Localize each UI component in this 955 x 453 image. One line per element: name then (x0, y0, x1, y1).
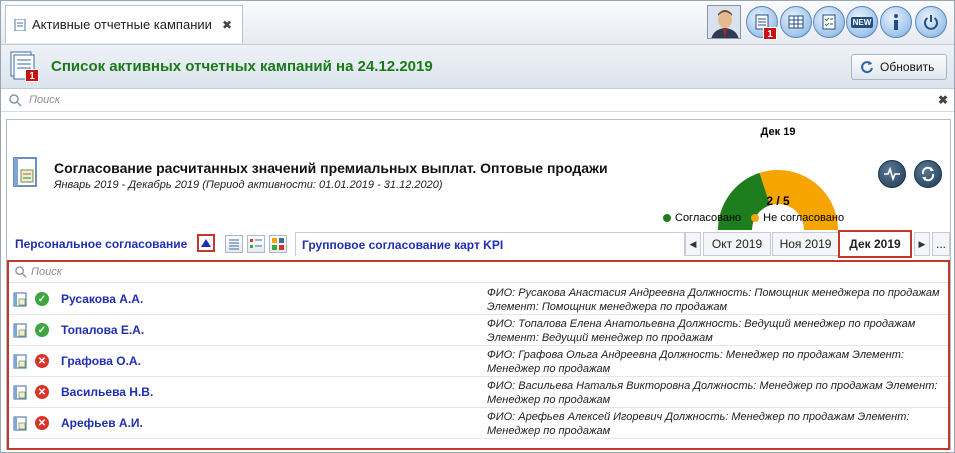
employee-details: ФИО: Русакова Анастасия Андреевна Должно… (487, 287, 940, 313)
checklist-button[interactable] (813, 6, 845, 38)
notification-badge: 1 (763, 27, 777, 40)
clear-search-icon[interactable]: ✖ (938, 93, 948, 107)
tab-strip: Активные отчетные кампании ✖ 1 NEW (1, 1, 954, 45)
employee-name-link[interactable]: Арефьев А.И. (61, 416, 143, 430)
view-detail-button[interactable] (247, 235, 265, 253)
legend-dot-not-approved (751, 214, 760, 222)
employee-details: ФИО: Арефьев Алексей Игоревич Должность:… (487, 411, 910, 437)
view-list-button[interactable] (225, 235, 243, 253)
sync-button[interactable] (914, 160, 942, 188)
campaign-icon (11, 156, 41, 190)
power-icon (924, 15, 938, 30)
tab-personal-approval[interactable]: Персональное согласование (15, 237, 187, 251)
activity-button[interactable] (878, 160, 906, 188)
next-month-button[interactable]: ▶ (914, 232, 930, 256)
checklist-icon (822, 14, 836, 30)
search-icon (15, 266, 27, 278)
document-icon (14, 18, 26, 31)
user-photo-icon (708, 6, 740, 38)
employee-details: ФИО: Топалова Елена Анатольевна Должност… (487, 318, 916, 344)
list-search-bar[interactable]: Поиск (9, 262, 948, 283)
notification-badge: 1 (25, 69, 39, 82)
triangle-up-icon (201, 239, 211, 247)
tab-month-oct[interactable]: Окт 2019 (703, 232, 771, 256)
page-header: 1 Список активных отчетных кампаний на 2… (1, 45, 954, 89)
app-window: Активные отчетные кампании ✖ 1 NEW 1 Спи… (0, 0, 955, 453)
campaign-list-icon: 1 (9, 51, 39, 83)
employee-name-link[interactable]: Графова О.А. (61, 354, 141, 368)
prev-month-button[interactable]: ◀ (685, 232, 701, 256)
table-row[interactable]: ✕ Васильева Н.В. ФИО: Васильева Наталья Ви… (9, 377, 948, 408)
pulse-icon (884, 167, 900, 181)
approved-check-icon: ✓ (35, 323, 49, 337)
detail-view-icon (250, 239, 262, 248)
approval-list: Поиск ✓ Русакова А.А. ФИО: Русакова Анаста… (7, 260, 950, 450)
employee-card-icon (13, 323, 27, 338)
employee-name-link[interactable]: Топалова Е.А. (61, 323, 144, 337)
gauge-legend: Согласовано Не согласовано (663, 212, 844, 224)
tiles-view-icon (272, 238, 284, 250)
employee-card-icon (13, 292, 27, 307)
legend-item-not-approved: Не согласовано (751, 212, 844, 224)
avatar[interactable] (707, 5, 741, 39)
tab-title: Активные отчетные кампании (32, 17, 212, 32)
approved-check-icon: ✓ (35, 292, 49, 306)
table-row[interactable]: ✕ Графова О.А. ФИО: Графова Ольга Андреевн… (9, 346, 948, 377)
close-icon[interactable]: ✖ (222, 18, 232, 32)
employee-name-link[interactable]: Русакова А.А. (61, 292, 143, 306)
legend-dot-approved (663, 214, 671, 222)
table-button[interactable] (780, 6, 812, 38)
campaign-period: Январь 2019 - Декабрь 2019 (Период актив… (54, 179, 443, 191)
chevron-left-icon: ◀ (689, 238, 697, 249)
gauge-value: 2 / 5 (766, 194, 790, 208)
more-tabs-button[interactable]: ... (932, 232, 950, 256)
rejected-cross-icon: ✕ (35, 416, 49, 430)
approval-tabs: Персональное согласование Групповое согл… (7, 230, 952, 258)
rejected-cross-icon: ✕ (35, 385, 49, 399)
sort-up-button[interactable] (197, 234, 215, 252)
employee-card-icon (13, 385, 27, 400)
info-icon (894, 14, 898, 30)
info-button[interactable] (880, 6, 912, 38)
sync-icon (921, 166, 935, 182)
search-input[interactable]: Поиск (29, 94, 60, 106)
tab-group-kpi-approval[interactable]: Групповое согласование карт KPI (295, 232, 685, 256)
campaign-panel: Согласование расчитанных значений премиа… (6, 119, 951, 450)
legend-label-not-approved: Не согласовано (763, 212, 845, 224)
campaign-title: Согласование расчитанных значений премиа… (54, 160, 608, 176)
search-bar[interactable]: Поиск ✖ (1, 90, 954, 112)
chevron-right-icon: ▶ (918, 238, 926, 249)
table-row[interactable]: ✓ Русакова А.А. ФИО: Русакова Анастасия Ан… (9, 284, 948, 315)
refresh-icon (861, 61, 873, 74)
tab-month-nov[interactable]: Ноя 2019 (772, 232, 839, 256)
employee-card-icon (13, 354, 27, 369)
table-row[interactable]: ✕ Арефьев А.И. ФИО: Арефьев Алексей Игорев… (9, 408, 948, 439)
power-button[interactable] (915, 6, 947, 38)
search-icon (9, 94, 22, 107)
tab-month-dec[interactable]: Дек 2019 (838, 230, 912, 258)
new-icon: NEW (850, 16, 874, 28)
news-button[interactable]: NEW (846, 6, 878, 38)
refresh-label: Обновить (880, 60, 935, 74)
employee-details: ФИО: Васильева Наталья Викторовна Должно… (487, 380, 938, 406)
legend-item-approved: Согласовано (663, 212, 741, 224)
legend-label-approved: Согласовано (675, 212, 742, 224)
employee-details: ФИО: Графова Ольга Андреевна Должность: … (487, 349, 904, 375)
refresh-button[interactable]: Обновить (851, 54, 947, 80)
employee-card-icon (13, 416, 27, 431)
list-view-icon (229, 239, 239, 250)
reports-button[interactable]: 1 (746, 6, 778, 40)
employee-name-link[interactable]: Васильева Н.В. (61, 385, 153, 399)
table-row[interactable]: ✓ Топалова Е.А. ФИО: Топалова Елена Анатол… (9, 315, 948, 346)
view-tiles-button[interactable] (269, 235, 287, 253)
rejected-cross-icon: ✕ (35, 354, 49, 368)
list-search-input[interactable]: Поиск (31, 266, 62, 278)
grid-icon (788, 15, 804, 29)
tab-active-campaigns[interactable]: Активные отчетные кампании ✖ (5, 5, 243, 43)
page-title: Список активных отчетных кампаний на 24.… (51, 58, 433, 75)
